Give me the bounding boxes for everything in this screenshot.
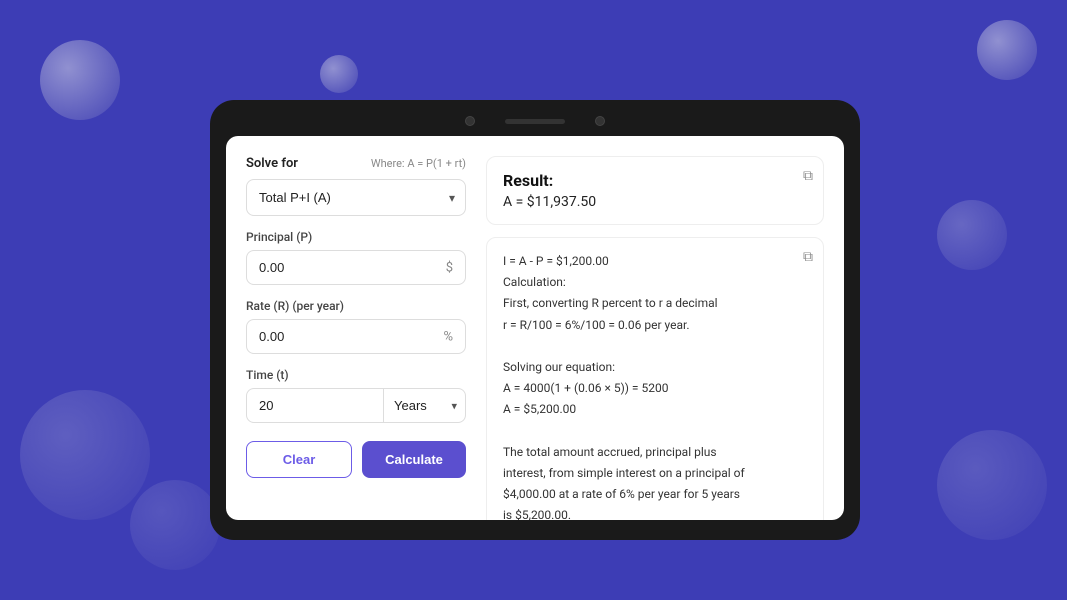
- copy-icon: ⧉: [803, 167, 813, 183]
- copy-detail-button[interactable]: ⧉: [803, 248, 813, 265]
- decorative-sphere-7: [937, 200, 1007, 270]
- decorative-sphere-4: [20, 390, 150, 520]
- copy-detail-icon: ⧉: [803, 248, 813, 264]
- principal-field-group: Principal (P) $: [246, 230, 466, 285]
- detail-line-5: Solving our equation:: [503, 358, 807, 377]
- clear-button[interactable]: Clear: [246, 441, 352, 478]
- result-box: ⧉ Result: A = $11,937.50: [486, 156, 824, 225]
- right-panel: ⧉ Result: A = $11,937.50 ⧉ I = A - P = $…: [486, 156, 824, 500]
- solve-for-label: Solve for: [246, 156, 298, 171]
- app-screen: Solve for Where: A = P(1 + rt) Total P+I…: [226, 136, 844, 520]
- detail-line-4: [503, 337, 807, 356]
- tablet-frame: Solve for Where: A = P(1 + rt) Total P+I…: [210, 100, 860, 540]
- principal-input-wrapper: $: [246, 250, 466, 285]
- solve-for-select-wrapper[interactable]: Total P+I (A) Principal (P) Rate (R) Tim…: [246, 179, 466, 216]
- detail-line-9: The total amount accrued, principal plus: [503, 443, 807, 462]
- result-title: Result:: [503, 171, 807, 190]
- copy-result-button[interactable]: ⧉: [803, 167, 813, 184]
- tablet-top-bar: [226, 116, 844, 126]
- tablet-camera: [465, 116, 475, 126]
- decorative-sphere-5: [130, 480, 220, 570]
- solve-for-section: Solve for Where: A = P(1 + rt) Total P+I…: [246, 156, 466, 216]
- detail-line-10: interest, from simple interest on a prin…: [503, 464, 807, 483]
- solve-for-header: Solve for Where: A = P(1 + rt): [246, 156, 466, 171]
- result-value: A = $11,937.50: [503, 194, 807, 210]
- time-field-group: Time (t) Years Months Days ▾: [246, 368, 466, 423]
- detail-line-2: First, converting R percent to r a decim…: [503, 294, 807, 313]
- decorative-sphere-1: [40, 40, 120, 120]
- decorative-sphere-3: [977, 20, 1037, 80]
- time-input[interactable]: [247, 389, 383, 422]
- solve-for-select[interactable]: Total P+I (A) Principal (P) Rate (R) Tim…: [247, 180, 465, 215]
- detail-line-0: I = A - P = $1,200.00: [503, 252, 807, 271]
- detail-line-7: A = $5,200.00: [503, 400, 807, 419]
- detail-line-11: $4,000.00 at a rate of 6% per year for 5…: [503, 485, 807, 504]
- time-input-wrapper: [246, 388, 384, 423]
- principal-input[interactable]: [247, 251, 465, 284]
- rate-field-group: Rate (R) (per year) %: [246, 299, 466, 354]
- rate-suffix: %: [443, 329, 453, 344]
- time-unit-wrapper[interactable]: Years Months Days ▾: [384, 388, 466, 423]
- calculate-button[interactable]: Calculate: [362, 441, 466, 478]
- rate-input-wrapper: %: [246, 319, 466, 354]
- detail-line-3: r = R/100 = 6%/100 = 0.06 per year.: [503, 316, 807, 335]
- principal-label: Principal (P): [246, 230, 466, 244]
- principal-suffix: $: [446, 260, 453, 275]
- decorative-sphere-2: [320, 55, 358, 93]
- button-row: Clear Calculate: [246, 441, 466, 478]
- detail-line-1: Calculation:: [503, 273, 807, 292]
- time-label: Time (t): [246, 368, 466, 382]
- decorative-sphere-6: [937, 430, 1047, 540]
- rate-label: Rate (R) (per year): [246, 299, 466, 313]
- formula-hint: Where: A = P(1 + rt): [371, 157, 466, 170]
- rate-input[interactable]: [247, 320, 465, 353]
- detail-line-6: A = 4000(1 + (0.06 × 5)) = 5200: [503, 379, 807, 398]
- detail-text: I = A - P = $1,200.00 Calculation: First…: [503, 252, 807, 520]
- time-unit-select[interactable]: Years Months Days: [384, 389, 465, 422]
- time-row: Years Months Days ▾: [246, 388, 466, 423]
- detail-line-8: [503, 422, 807, 441]
- left-panel: Solve for Where: A = P(1 + rt) Total P+I…: [246, 156, 466, 500]
- tablet-mic: [595, 116, 605, 126]
- detail-line-12: is $5,200.00.: [503, 506, 807, 520]
- detail-box: ⧉ I = A - P = $1,200.00 Calculation: Fir…: [486, 237, 824, 520]
- tablet-speaker: [505, 119, 565, 124]
